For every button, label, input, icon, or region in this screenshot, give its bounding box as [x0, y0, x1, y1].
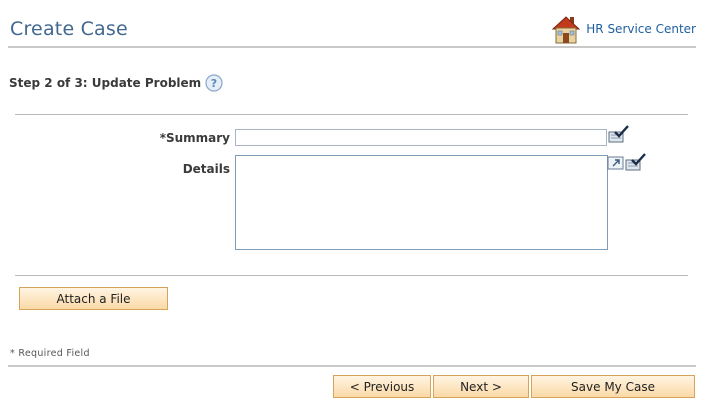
spell-check-icon[interactable] — [625, 152, 647, 172]
next-button[interactable]: Next > — [433, 375, 529, 398]
footer-divider — [8, 365, 696, 367]
header-divider — [8, 46, 696, 48]
summary-label: *Summary — [159, 131, 230, 145]
spell-check-icon[interactable] — [608, 124, 630, 144]
page-title: Create Case — [10, 18, 128, 40]
details-label: Details — [182, 162, 230, 176]
required-field-note: * Required Field — [10, 348, 90, 359]
details-textarea[interactable] — [235, 155, 608, 250]
attach-file-button[interactable]: Attach a File — [19, 287, 168, 310]
step-title: Step 2 of 3: Update Problem — [9, 76, 202, 90]
hr-service-center-label: HR Service Center — [586, 22, 696, 36]
hr-service-center-link[interactable]: HR Service Center — [552, 14, 696, 44]
help-icon[interactable]: ? — [205, 74, 223, 92]
house-icon — [552, 16, 581, 44]
section-divider-bottom — [15, 275, 688, 276]
save-my-case-button[interactable]: Save My Case — [531, 375, 695, 398]
expand-icon[interactable] — [607, 155, 625, 171]
summary-input[interactable] — [235, 129, 607, 146]
svg-text:?: ? — [211, 77, 217, 90]
section-divider-top — [15, 114, 688, 115]
previous-button[interactable]: < Previous — [333, 375, 431, 398]
